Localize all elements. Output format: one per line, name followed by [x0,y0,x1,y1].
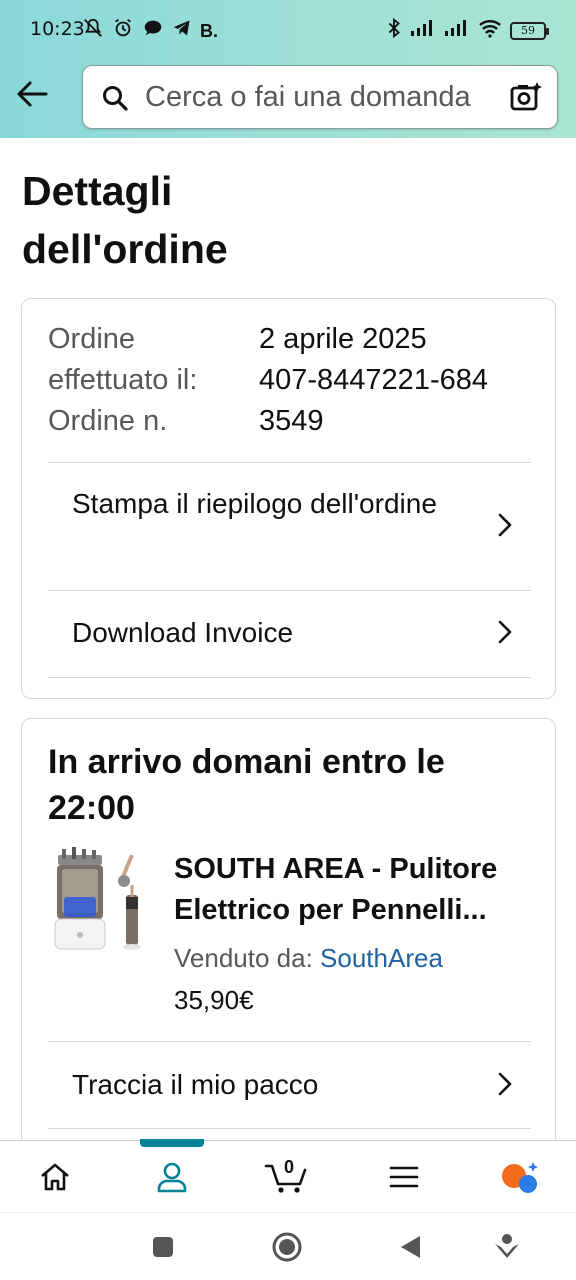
arrow-left-icon [17,81,48,107]
alarm-icon [112,17,134,45]
home-system-button[interactable] [271,1231,303,1263]
download-invoice-label: Download Invoice [72,617,294,648]
assistant-system-button[interactable] [491,1231,523,1263]
circle-icon [272,1232,302,1262]
recent-apps-button[interactable] [147,1231,179,1263]
seller-link[interactable]: SouthArea [320,943,443,973]
track-package-link[interactable]: Traccia il mio pacco [48,1041,531,1129]
home-icon [41,1163,69,1191]
back-system-button[interactable] [394,1231,426,1263]
order-number-label: Ordine n. [48,405,168,437]
order-number-value: 407-8447221-6843549 [259,364,488,437]
nav-home[interactable] [15,1141,95,1213]
chevron-right-icon [497,1072,513,1101]
square-icon [153,1237,173,1257]
status-bar: 10:23 B. 59 [0,0,576,60]
order-info-card: Ordine effettuato il: Ordine n. 2 aprile… [21,298,556,699]
nav-rufus[interactable] [480,1141,560,1213]
order-labels: Ordine effettuato il: Ordine n. [48,319,248,442]
wifi-icon [478,18,502,43]
nav-menu[interactable] [364,1141,444,1213]
muted-icon [82,17,104,45]
status-extra: B. [200,21,218,41]
shipment-card: In arrivo domani entro le 22:00 SOUTH AR… [21,718,556,1158]
status-left-icons: B. [82,17,218,45]
nav-cart[interactable]: 0 [246,1141,326,1213]
sold-by-label: Venduto da: [174,943,313,973]
rufus-assistant-icon [502,1162,538,1193]
print-summary-link[interactable]: Stampa il riepilogo dell'ordine [48,462,531,590]
telegram-icon [172,18,192,44]
signal-icon-2 [444,19,470,42]
assistant-icon [495,1234,519,1258]
user-icon [157,1162,187,1193]
order-values: 2 aprile 2025 407-8447221-6843549 [259,319,499,442]
signal-icon [410,19,436,42]
print-summary-label: Stampa il riepilogo dell'ordine [72,488,437,519]
back-button[interactable] [14,76,50,112]
cart-count: 0 [283,1157,294,1177]
triangle-back-icon [401,1236,420,1258]
chevron-right-icon [497,513,513,542]
bluetooth-icon [386,17,402,44]
product-title-link[interactable]: SOUTH AREA - Pulitore Elettrico per Penn… [174,849,524,931]
delivery-status: In arrivo domani entro le 22:00 [48,743,445,827]
search-input[interactable]: Cerca o fai una domanda [145,81,495,114]
chevron-right-icon [497,620,513,649]
camera-search-icon[interactable] [509,80,543,119]
product-price: 35,90€ [174,985,254,1015]
app-header: 10:23 B. 59 Cerca o fai una domanda [0,0,576,138]
system-nav-bar [0,1212,576,1280]
order-date-label: Ordine effettuato il: [48,323,198,396]
order-date-value: 2 aprile 2025 [259,323,427,355]
search-icon [101,84,129,117]
download-invoice-link[interactable]: Download Invoice [48,590,531,678]
chat-icon [142,17,164,45]
status-right-icons: 59 [386,17,549,44]
sold-by: Venduto da: SouthArea [174,943,443,974]
battery-icon: 59 [510,21,549,40]
track-package-label: Traccia il mio pacco [72,1069,319,1100]
bottom-nav: 0 [0,1139,576,1213]
product-image[interactable] [52,847,152,953]
nav-account[interactable] [132,1141,212,1213]
page-title: Dettagli dell'ordine [22,168,228,272]
status-time: 10:23 [30,18,85,40]
hamburger-menu-icon [389,1166,419,1188]
search-bar[interactable]: Cerca o fai una domanda [82,65,558,129]
